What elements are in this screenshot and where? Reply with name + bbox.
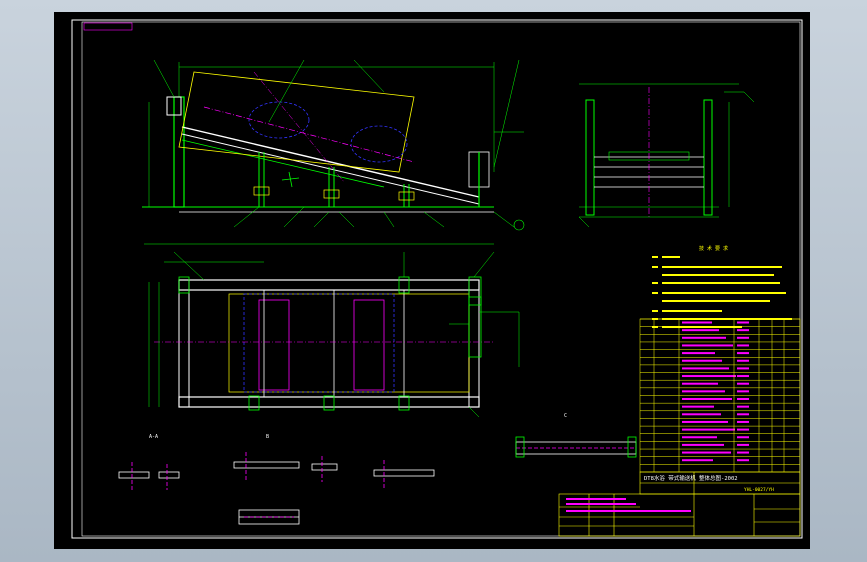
title-block-drawing-number: YHL-0027/YH: [744, 487, 774, 493]
sheet-inner-frame: [81, 21, 801, 537]
table-row-text: [737, 382, 749, 385]
table-row-text: [737, 352, 749, 355]
table-row-text: [737, 459, 749, 462]
table-row-text: [737, 390, 749, 393]
table-row-text: [737, 321, 749, 324]
table-row-text: [682, 436, 717, 439]
table-row-text: [737, 443, 749, 446]
table-row-text: [682, 352, 715, 355]
section-label-b: B: [266, 434, 269, 440]
table-row-text: [737, 420, 749, 423]
table-row-text: [737, 451, 749, 454]
technical-notes: 技 术 要 求: [652, 245, 792, 328]
table-row-text: [682, 428, 735, 431]
title-block-notes: [566, 498, 691, 512]
table-row-text: [682, 413, 721, 416]
section-label-c: C: [564, 413, 567, 419]
corner-tag-box: [83, 22, 133, 31]
table-row-text: [682, 382, 718, 385]
table-row-text: [682, 443, 724, 446]
table-row-text: [682, 390, 725, 393]
table-row-text: [737, 413, 749, 416]
section-details: A-A B C: [118, 413, 637, 525]
table-row-text: [737, 336, 749, 339]
table-row-text: [682, 405, 714, 408]
table-row-text: [682, 321, 712, 324]
table-row-text: [682, 459, 713, 462]
plan-view-frame: [144, 243, 520, 418]
table-row-text: [737, 367, 749, 370]
cad-viewport[interactable]: 技 术 要 求 DT8水浴 带式输送机 整体总图-2002 YHL-0027/Y…: [54, 12, 810, 549]
cad-drawing-sheet: 技 术 要 求 DT8水浴 带式输送机 整体总图-2002 YHL-0027/Y…: [71, 19, 803, 539]
table-row-text: [682, 398, 732, 400]
table-row-text: [682, 451, 731, 454]
table-row-text: [737, 436, 749, 439]
table-row-text: [682, 367, 729, 370]
notes-heading: 技 术 要 求: [699, 245, 728, 252]
table-row-text: [682, 344, 733, 347]
table-row-text: [682, 329, 719, 332]
table-row-text: [737, 375, 749, 378]
parts-list-table: [639, 318, 801, 473]
table-row-text: [737, 405, 749, 408]
table-row-text: [682, 359, 722, 362]
title-block-name: DT8水浴 带式输送机 整体总图-2002: [644, 474, 738, 482]
table-row-text: [737, 398, 749, 400]
table-row-text: [682, 420, 728, 423]
table-row-text: [737, 329, 749, 332]
table-row-text: [737, 428, 749, 431]
section-label-a: A-A: [149, 434, 158, 440]
table-row-text: [737, 359, 749, 362]
table-row-text: [682, 336, 726, 339]
end-view-frame: [578, 83, 755, 228]
table-row-text: [737, 344, 749, 347]
table-row-text: [682, 375, 736, 378]
side-view-conveyor: [142, 59, 525, 231]
section-arrow-icon: [281, 171, 300, 188]
